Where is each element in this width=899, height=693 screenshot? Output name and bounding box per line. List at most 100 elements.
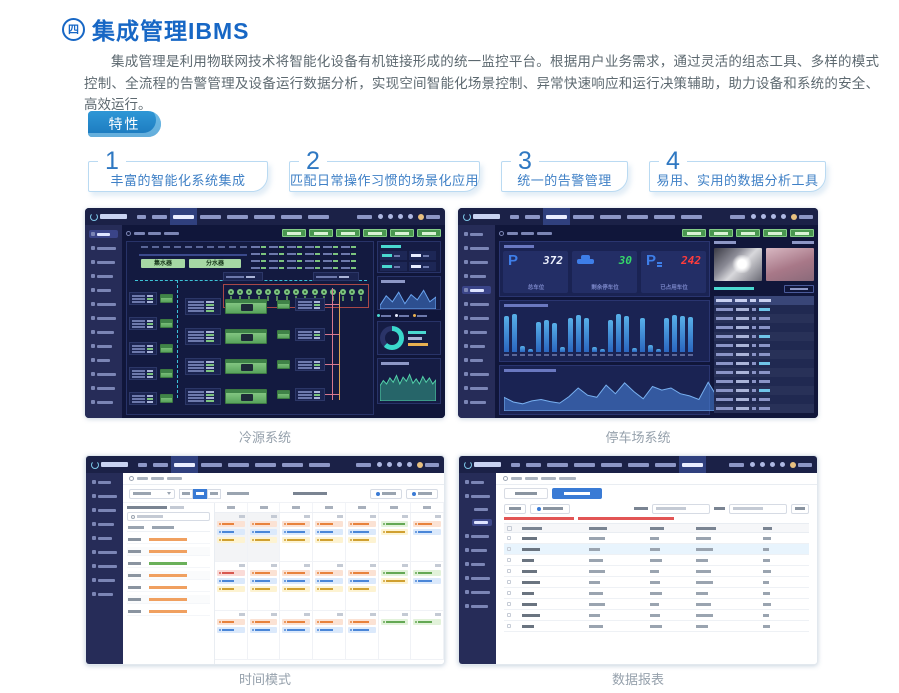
ui-fragment: [282, 463, 303, 467]
day-number: [271, 613, 277, 616]
ui-fragment: [763, 603, 771, 606]
dashboard-logo-icon: [463, 213, 471, 221]
timemode-caption: 时间模式: [85, 665, 445, 693]
sidebar-menu-item: [463, 546, 492, 554]
trend-chart-panel: [377, 358, 441, 404]
ui-fragment: [206, 340, 214, 342]
event-chip: [381, 619, 409, 625]
ui-fragment: P372总车位30剩余停车位P242已占用车位: [503, 251, 706, 293]
ui-fragment: [600, 215, 621, 219]
report-table-row: [504, 566, 809, 577]
ui-fragment: [287, 253, 296, 255]
ui-fragment: [342, 296, 344, 301]
sidebar-menu-item: [90, 562, 119, 570]
calendar-weekday-header: [215, 503, 444, 513]
ui-fragment: [381, 619, 409, 625]
ui-fragment: [368, 232, 382, 235]
user-menu: [418, 214, 440, 220]
nav-menu-item: [224, 208, 251, 225]
water-distributor: 分水器: [189, 259, 241, 268]
chiller-display: [241, 334, 253, 341]
event-chip: [315, 586, 343, 592]
event-chip: [217, 619, 245, 625]
ui-fragment: [650, 570, 658, 573]
ui-fragment: [471, 535, 489, 538]
ui-fragment: [219, 588, 221, 590]
table-header: [714, 296, 814, 305]
ui-fragment: [413, 619, 441, 625]
ui-fragment: [760, 537, 791, 540]
ui-fragment: [316, 276, 337, 278]
cooling-system-screenshot[interactable]: 集水器分水器: [85, 208, 445, 418]
bar: [600, 349, 605, 352]
ui-fragment: [657, 265, 662, 267]
event-chip: [381, 578, 409, 584]
ui-fragment: [250, 619, 278, 633]
ui-fragment: [97, 401, 113, 404]
sidebar-menu-item: [89, 272, 118, 280]
ui-fragment: [470, 331, 487, 334]
ui-fragment: [736, 353, 749, 356]
ui-fragment: [664, 354, 669, 356]
breadcrumb-icon: [129, 476, 134, 481]
nav-menu-item: [507, 208, 522, 225]
ui-fragment: [733, 507, 763, 510]
ui-fragment: [647, 581, 693, 584]
ui-fragment: [132, 295, 145, 297]
ui-fragment: [650, 581, 660, 584]
ui-fragment: [650, 625, 662, 628]
user-menu: [790, 462, 812, 468]
day-number: [239, 515, 245, 518]
device-info-box: [295, 328, 325, 341]
equipment-icon: [225, 389, 267, 404]
ui-fragment: [763, 581, 769, 584]
event-chip: [282, 570, 310, 576]
data-report-screenshot[interactable]: [458, 455, 818, 665]
panel-title: [504, 245, 534, 248]
ui-fragment: [589, 537, 605, 540]
ui-fragment: [314, 361, 321, 363]
search-input: [127, 512, 210, 521]
pipe-tick: [240, 246, 247, 248]
device-info-box: [185, 298, 221, 315]
feature-number-4: 4: [659, 148, 687, 174]
ui-fragment: [325, 506, 333, 509]
sidebar-menu-item: [90, 590, 119, 598]
menu-item-icon: [464, 260, 468, 264]
menu-item-icon: [465, 562, 469, 566]
ui-fragment: [226, 276, 260, 278]
event-chip: [315, 619, 343, 625]
ui-fragment: [333, 267, 338, 269]
control-button: [763, 229, 787, 237]
day-number: [435, 564, 441, 567]
parking-stat-card: P372总车位: [503, 251, 568, 293]
ui-fragment: [255, 588, 270, 590]
ui-fragment: [350, 588, 352, 590]
ui-fragment: [226, 300, 266, 303]
ui-fragment: [353, 523, 369, 525]
ui-fragment: [741, 232, 755, 235]
ui-fragment: [323, 253, 338, 255]
ui-fragment: [376, 492, 380, 496]
ui-fragment: [298, 304, 322, 306]
parking-system-screenshot[interactable]: P372总车位30剩余停车位P242已占用车位: [458, 208, 818, 418]
menu-item-icon: [91, 260, 95, 264]
ui-fragment: [624, 354, 629, 356]
schedule-row: [127, 535, 210, 544]
ui-fragment: [522, 548, 539, 551]
ui-fragment: [98, 593, 113, 596]
device-info-box: [295, 298, 325, 311]
ui-fragment: [353, 629, 369, 631]
event-chip: [217, 627, 245, 633]
ui-fragment: [287, 260, 296, 262]
ui-fragment: [317, 531, 319, 533]
time-mode-screenshot[interactable]: [85, 455, 445, 665]
ui-fragment: [736, 308, 749, 311]
ui-fragment: [386, 531, 405, 533]
ui-fragment: [260, 506, 268, 509]
nav-menu-item: [652, 456, 679, 473]
ui-fragment: [287, 531, 305, 533]
ui-fragment: [693, 625, 760, 628]
ui-fragment: [188, 367, 204, 369]
equipment-icon: [277, 330, 290, 339]
